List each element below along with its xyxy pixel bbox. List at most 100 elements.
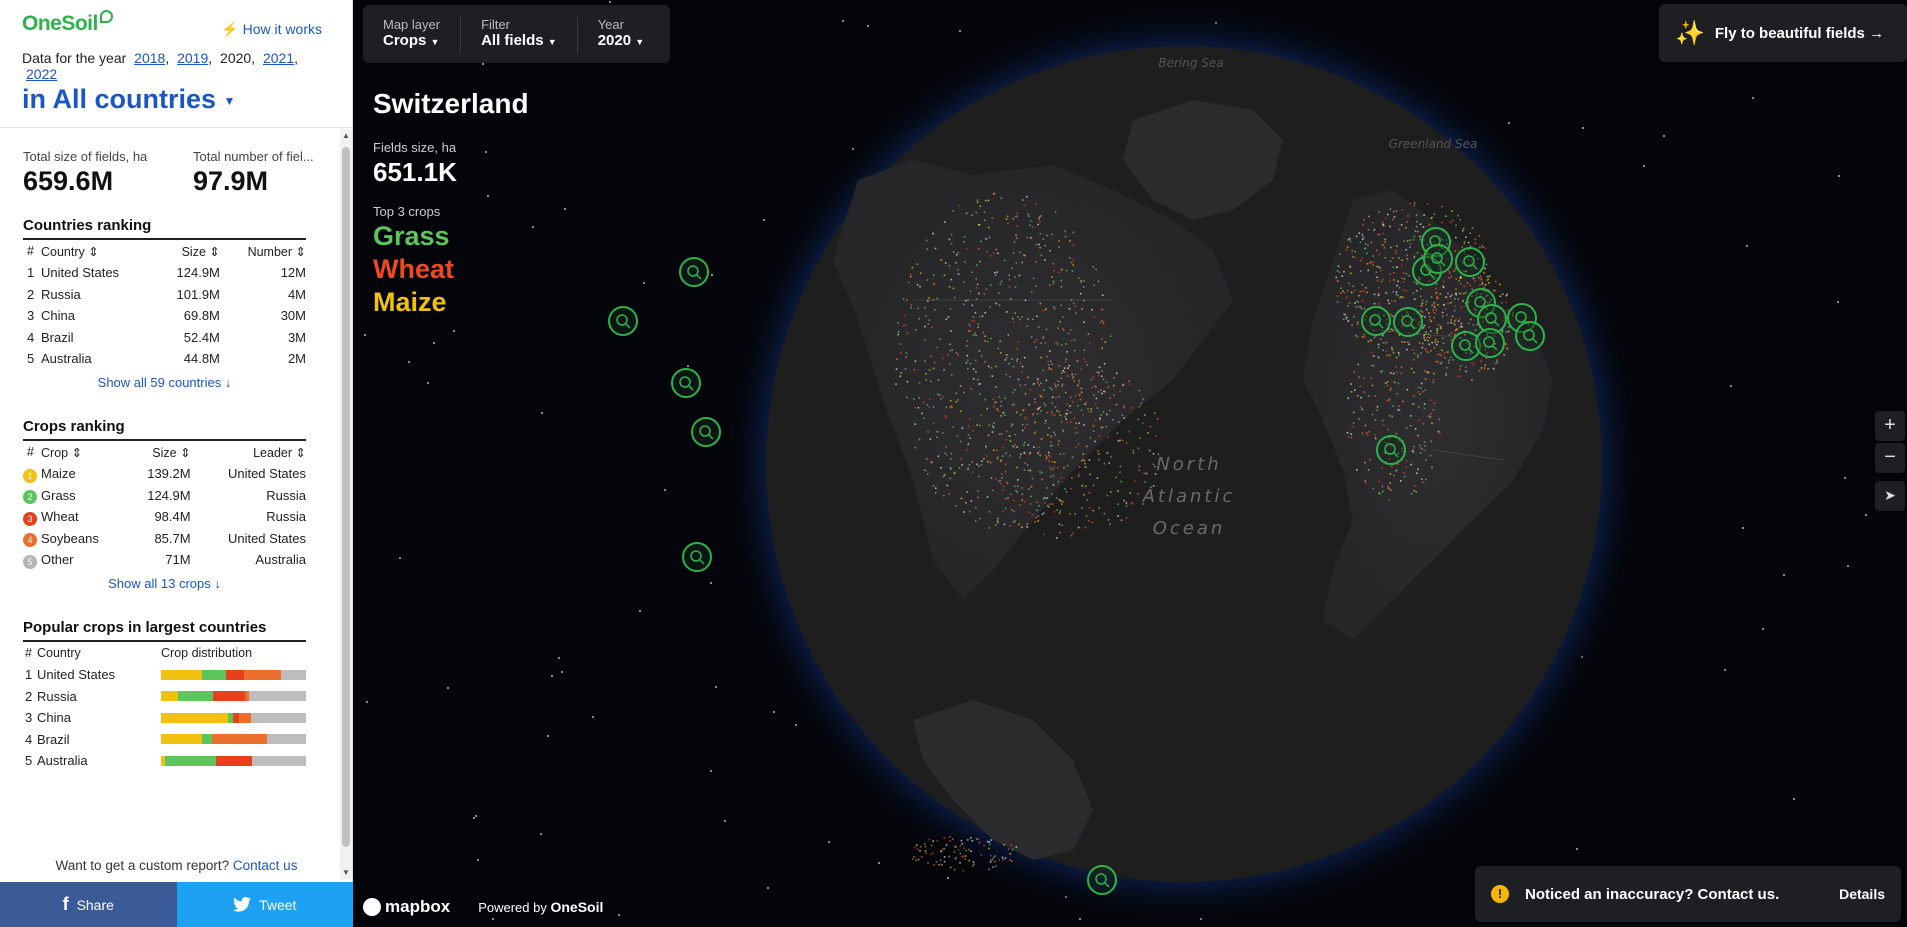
fly-to-fields-button[interactable]: ✨ Fly to beautiful fields → xyxy=(1659,4,1907,62)
zoom-pin-button[interactable] xyxy=(691,417,721,447)
scrollbar-thumb[interactable] xyxy=(342,147,350,847)
field-dot xyxy=(1366,262,1369,265)
field-dot xyxy=(1443,280,1445,283)
table-row[interactable]: 2 Grass 124.9M Russia xyxy=(23,485,306,507)
field-dot xyxy=(1046,355,1048,358)
col-country-sort[interactable]: Country ⇕ xyxy=(41,240,156,262)
field-dot xyxy=(957,273,960,275)
sidebar-scrollbar[interactable]: ▲ ▼ xyxy=(340,129,352,879)
mapbox-logo[interactable]: mapbox xyxy=(363,897,450,917)
field-dot xyxy=(917,307,920,310)
field-dot xyxy=(1078,473,1081,475)
zoom-pin-button[interactable] xyxy=(1423,244,1453,274)
region-dropdown[interactable]: in All countries ▼ xyxy=(22,84,330,115)
table-row[interactable]: 5 Other 71M Australia xyxy=(23,549,306,571)
zoom-out-button[interactable]: − xyxy=(1875,443,1905,473)
year-link-2018[interactable]: 2018 xyxy=(134,50,165,66)
field-dot xyxy=(1463,241,1466,243)
sidebar-header: OneSoil ⚡ How it works Data for the year … xyxy=(0,0,352,128)
field-dot xyxy=(1008,362,1011,365)
table-row[interactable]: 2 Russia xyxy=(23,686,306,708)
zoom-pin-button[interactable] xyxy=(1376,435,1406,465)
field-dot xyxy=(1421,346,1424,349)
table-row[interactable]: 4 Brazil 52.4M 3M xyxy=(23,327,306,349)
field-dot xyxy=(950,452,953,455)
zoom-pin-button[interactable] xyxy=(1475,328,1505,358)
field-dot xyxy=(941,432,944,434)
field-dot xyxy=(1057,384,1059,386)
year-link-2022[interactable]: 2022 xyxy=(26,66,57,82)
field-dot xyxy=(1427,415,1430,417)
zoom-pin-button[interactable] xyxy=(1361,306,1391,336)
field-dot xyxy=(1347,320,1350,323)
field-dot xyxy=(1015,234,1017,236)
table-row[interactable]: 6Canada37.2M2M xyxy=(23,370,306,372)
year-dropdown[interactable]: Year 2020 ▼ xyxy=(578,17,664,53)
zoom-in-button[interactable]: + xyxy=(1875,411,1905,441)
field-dot xyxy=(1367,228,1370,231)
col-leader-sort[interactable]: Leader ⇕ xyxy=(191,441,306,463)
col-number-sort[interactable]: Number ⇕ xyxy=(220,240,306,262)
col-crop-sort[interactable]: Crop ⇕ xyxy=(41,441,126,463)
field-dot xyxy=(1004,498,1007,500)
zoom-pin-button[interactable] xyxy=(608,306,638,336)
countries-ranking-list[interactable]: # Country ⇕ Size ⇕ Number ⇕ 1 United Stat… xyxy=(23,240,340,371)
col-size-sort[interactable]: Size ⇕ xyxy=(156,240,220,262)
field-dot xyxy=(936,346,939,349)
field-dot xyxy=(1119,390,1121,393)
compass-button[interactable]: ➤ xyxy=(1875,481,1905,511)
show-all-countries-link[interactable]: Show all 59 countries ↓ xyxy=(23,375,306,390)
field-dot xyxy=(932,367,935,370)
field-dot xyxy=(1068,240,1071,242)
table-row[interactable]: 1 Maize 139.2M United States xyxy=(23,463,306,485)
table-row[interactable]: 1 United States 124.9M 12M xyxy=(23,262,306,284)
map-canvas[interactable]: Bering Sea Greenland Sea North Atlantic … xyxy=(353,0,1907,927)
field-dot xyxy=(1450,321,1453,324)
year-link-2019[interactable]: 2019 xyxy=(177,50,208,66)
table-row[interactable]: 5 Australia 44.8M 2M xyxy=(23,348,306,370)
field-dot xyxy=(950,458,952,460)
year-link-2021[interactable]: 2021 xyxy=(263,50,294,66)
share-button[interactable]: f Share xyxy=(0,882,177,927)
field-dot xyxy=(1455,236,1457,239)
table-row[interactable]: 3 Wheat 98.4M Russia xyxy=(23,506,306,528)
table-row[interactable]: 4 Soybeans 85.7M United States xyxy=(23,528,306,550)
table-row[interactable]: 6Barley41.6MRussia xyxy=(23,571,306,573)
field-dot xyxy=(1436,332,1438,335)
crops-ranking-list[interactable]: # Crop ⇕ Size ⇕ Leader ⇕ 1 Maize 139.2M Uni… xyxy=(23,441,340,572)
field-dot xyxy=(997,410,1000,412)
table-row[interactable]: 3 China 69.8M 30M xyxy=(23,305,306,327)
table-row[interactable]: 3 China xyxy=(23,707,306,729)
powered-by[interactable]: Powered by OneSoil xyxy=(478,899,603,915)
col-size-sort[interactable]: Size ⇕ xyxy=(126,441,190,463)
filter-dropdown[interactable]: Filter All fields ▼ xyxy=(461,17,578,53)
scroll-up-icon[interactable]: ▲ xyxy=(342,131,350,140)
field-dot xyxy=(1390,328,1393,331)
onesoil-logo[interactable]: OneSoil xyxy=(22,10,113,36)
field-dot xyxy=(1416,356,1419,358)
field-dot xyxy=(1040,409,1042,412)
zoom-pin-button[interactable] xyxy=(679,257,709,287)
field-dot xyxy=(1380,270,1382,272)
zoom-pin-button[interactable] xyxy=(1515,321,1545,351)
zoom-pin-button[interactable] xyxy=(1393,307,1423,337)
tweet-button[interactable]: Tweet xyxy=(176,882,353,927)
table-row[interactable]: 1 United States xyxy=(23,664,306,686)
field-dot xyxy=(1459,368,1461,371)
table-row[interactable]: 5 Australia xyxy=(23,750,306,772)
zoom-pin-button[interactable] xyxy=(1455,247,1485,277)
how-it-works-link[interactable]: ⚡ How it works xyxy=(221,21,322,38)
field-dot xyxy=(1095,397,1098,400)
field-dot xyxy=(999,460,1002,463)
zoom-pin-button[interactable] xyxy=(671,368,701,398)
show-all-crops-link[interactable]: Show all 13 crops ↓ xyxy=(23,576,306,591)
contact-us-link[interactable]: Contact us xyxy=(233,858,298,873)
details-button[interactable]: Details xyxy=(1839,886,1885,902)
table-row[interactable]: 2 Russia 101.9M 4M xyxy=(23,284,306,306)
zoom-pin-button[interactable] xyxy=(1087,865,1117,895)
map-layer-dropdown[interactable]: Map layer Crops ▼ xyxy=(363,17,462,53)
field-dot xyxy=(1505,331,1508,333)
zoom-pin-button[interactable] xyxy=(682,542,712,572)
field-dot xyxy=(988,847,990,850)
table-row[interactable]: 4 Brazil xyxy=(23,729,306,751)
